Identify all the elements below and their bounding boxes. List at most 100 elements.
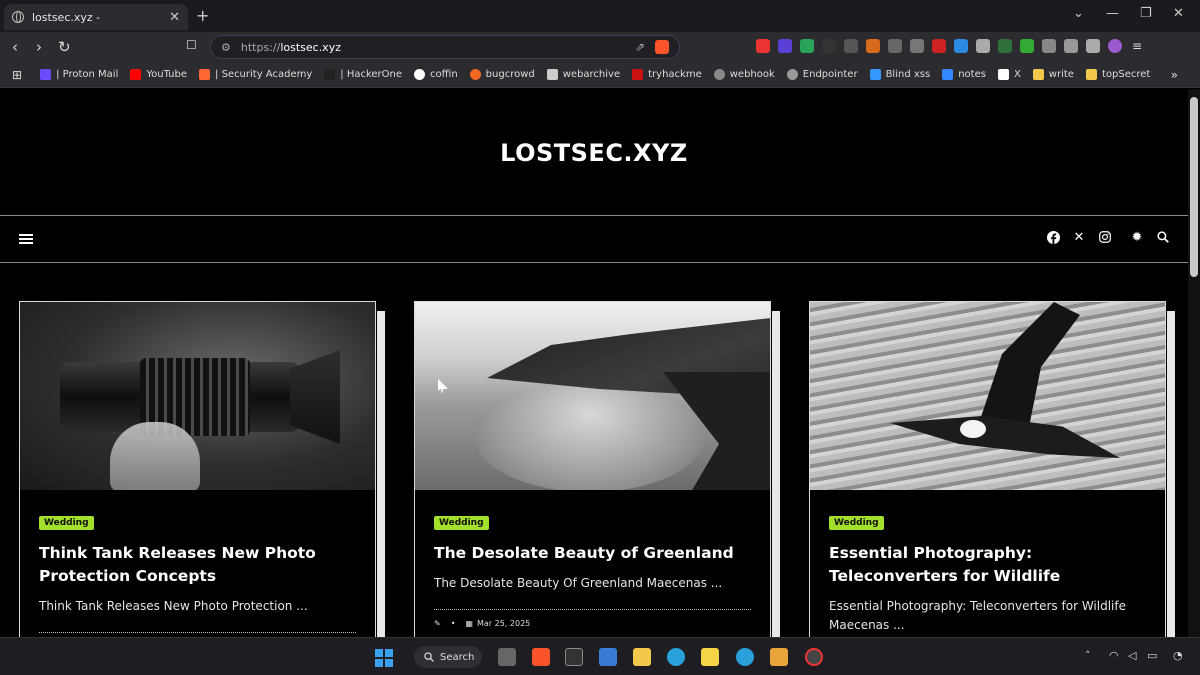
- post-card[interactable]: Wedding The Desolate Beauty of Greenland…: [414, 301, 771, 637]
- bookmark-coffin[interactable]: coffin: [414, 69, 458, 80]
- bookmark-icon[interactable]: ☐: [186, 38, 197, 52]
- extension-icon[interactable]: [954, 39, 968, 53]
- extensions-puzzle-icon[interactable]: [1086, 39, 1100, 53]
- wifi-icon[interactable]: ◠: [1109, 649, 1119, 662]
- more-bookmarks-icon[interactable]: »: [1171, 68, 1178, 82]
- bugcrowd-icon: [469, 69, 481, 80]
- chrome-icon[interactable]: [805, 648, 823, 666]
- github-icon: [414, 69, 426, 80]
- forward-icon[interactable]: ›: [36, 38, 42, 56]
- bookmark-proton-mail[interactable]: | Proton Mail: [40, 69, 118, 80]
- card-shadow: [772, 311, 780, 637]
- extension-icon[interactable]: [1042, 39, 1056, 53]
- post-excerpt: Essential Photography: Teleconverters fo…: [829, 599, 1126, 632]
- extension-icon[interactable]: [910, 39, 924, 53]
- back-icon[interactable]: ‹: [12, 38, 18, 56]
- browser-tab[interactable]: lostsec.xyz - ✕: [4, 4, 188, 30]
- post-image-camera[interactable]: [20, 302, 375, 490]
- post-title[interactable]: Essential Photography: Teleconverters fo…: [829, 542, 1146, 588]
- site-title[interactable]: LOSTSEC.XYZ: [0, 139, 1188, 167]
- extension-icon[interactable]: [888, 39, 902, 53]
- extension-icon[interactable]: [866, 39, 880, 53]
- bookmark-youtube[interactable]: YouTube: [130, 69, 187, 80]
- post-image-eagle[interactable]: [810, 302, 1165, 490]
- minimize-button[interactable]: —: [1106, 6, 1119, 21]
- post-title[interactable]: The Desolate Beauty of Greenland: [434, 542, 751, 565]
- hamburger-menu-icon[interactable]: [19, 234, 33, 244]
- bookmark-bugcrowd[interactable]: bugcrowd: [469, 69, 535, 80]
- folder-icon: [1032, 69, 1044, 80]
- battery-icon[interactable]: ▭: [1147, 649, 1157, 662]
- telegram-icon[interactable]: [667, 648, 685, 666]
- volume-icon[interactable]: ◁: [1128, 649, 1136, 662]
- post-date: Mar 25, 2025: [476, 619, 531, 628]
- bookmark-security-academy[interactable]: | Security Academy: [199, 69, 312, 80]
- instagram-icon[interactable]: [1098, 230, 1112, 244]
- extension-icon[interactable]: [1020, 39, 1034, 53]
- brave-shields-icon[interactable]: [655, 40, 669, 54]
- bookmark-blind-xss[interactable]: Blind xss: [869, 69, 930, 80]
- scrollbar-thumb[interactable]: [1190, 97, 1198, 277]
- apps-grid-icon[interactable]: ⊞: [12, 68, 22, 82]
- bookmark-hackerone[interactable]: | HackerOne: [324, 69, 402, 80]
- extension-icon[interactable]: [778, 39, 792, 53]
- extension-icon[interactable]: [998, 39, 1012, 53]
- bookmark-write[interactable]: write: [1032, 69, 1074, 80]
- post-image-greenland[interactable]: [415, 302, 770, 490]
- extension-icon[interactable]: [756, 39, 770, 53]
- close-window-button[interactable]: ✕: [1173, 6, 1184, 21]
- extension-icon[interactable]: [844, 39, 858, 53]
- telegram-alt-icon[interactable]: [736, 648, 754, 666]
- page-scrollbar[interactable]: [1188, 89, 1200, 637]
- post-title[interactable]: Think Tank Releases New Photo Protection…: [39, 542, 356, 588]
- bookmark-topsecret[interactable]: topSecret: [1085, 69, 1150, 80]
- post-card[interactable]: Wedding Think Tank Releases New Photo Pr…: [19, 301, 376, 637]
- xss-icon: [869, 69, 881, 80]
- extension-icon[interactable]: [822, 39, 836, 53]
- category-badge[interactable]: Wedding: [39, 516, 94, 530]
- category-badge[interactable]: Wedding: [829, 516, 884, 530]
- extension-icon[interactable]: [976, 39, 990, 53]
- x-icon[interactable]: ✕: [1072, 230, 1086, 245]
- new-tab-button[interactable]: +: [196, 6, 209, 25]
- brave-browser-icon[interactable]: [532, 648, 550, 666]
- taskbar: Search ˄ ◠ ◁ ▭ ◔: [0, 637, 1200, 675]
- tray-overflow-icon[interactable]: ˄: [1085, 649, 1091, 662]
- bookmark-x[interactable]: X: [997, 69, 1021, 80]
- sticky-notes-icon[interactable]: [701, 648, 719, 666]
- taskbar-search[interactable]: Search: [414, 646, 482, 668]
- notepad-icon[interactable]: [599, 648, 617, 666]
- task-view-icon[interactable]: [498, 648, 516, 666]
- post-card[interactable]: Wedding Essential Photography: Teleconve…: [809, 301, 1166, 637]
- share-icon[interactable]: ⇗: [635, 40, 645, 54]
- category-badge[interactable]: Wedding: [434, 516, 489, 530]
- extension-icon[interactable]: [932, 39, 946, 53]
- address-bar[interactable]: ⚙ https://lostsec.xyz ⇗: [210, 35, 680, 59]
- profile-avatar[interactable]: [1108, 39, 1122, 53]
- start-button[interactable]: [375, 649, 393, 667]
- site-settings-icon[interactable]: ⚙: [221, 41, 231, 54]
- globe-icon: [12, 11, 24, 23]
- bookmark-webhook[interactable]: webhook: [713, 69, 775, 80]
- reload-icon[interactable]: ↻: [58, 38, 71, 56]
- url-text[interactable]: https://lostsec.xyz: [241, 41, 625, 54]
- notifications-icon[interactable]: ◔: [1173, 649, 1183, 662]
- bookmark-tryhackme[interactable]: tryhackme: [632, 69, 702, 80]
- file-explorer-icon[interactable]: [633, 648, 651, 666]
- close-tab-button[interactable]: ✕: [169, 10, 180, 25]
- web-page: LOSTSEC.XYZ ✕ ✹ Wedding Think Tank Relea…: [0, 89, 1188, 637]
- search-icon[interactable]: [1156, 230, 1170, 244]
- extension-icon[interactable]: [1064, 39, 1078, 53]
- restore-button[interactable]: ❐: [1140, 6, 1152, 21]
- menu-icon[interactable]: ≡: [1130, 39, 1144, 53]
- sublime-text-icon[interactable]: [770, 648, 788, 666]
- tab-search-dropdown-icon[interactable]: ⌄: [1073, 6, 1084, 21]
- bookmark-notes[interactable]: notes: [942, 69, 986, 80]
- extension-icon[interactable]: [800, 39, 814, 53]
- bookmark-webarchive[interactable]: webarchive: [546, 69, 620, 80]
- facebook-icon[interactable]: [1046, 230, 1060, 244]
- theme-toggle-icon[interactable]: ✹: [1130, 230, 1144, 245]
- terminal-icon[interactable]: [565, 648, 583, 666]
- bookmark-endpointer[interactable]: Endpointer: [786, 69, 858, 80]
- author-pen-icon[interactable]: ✎: [434, 619, 441, 628]
